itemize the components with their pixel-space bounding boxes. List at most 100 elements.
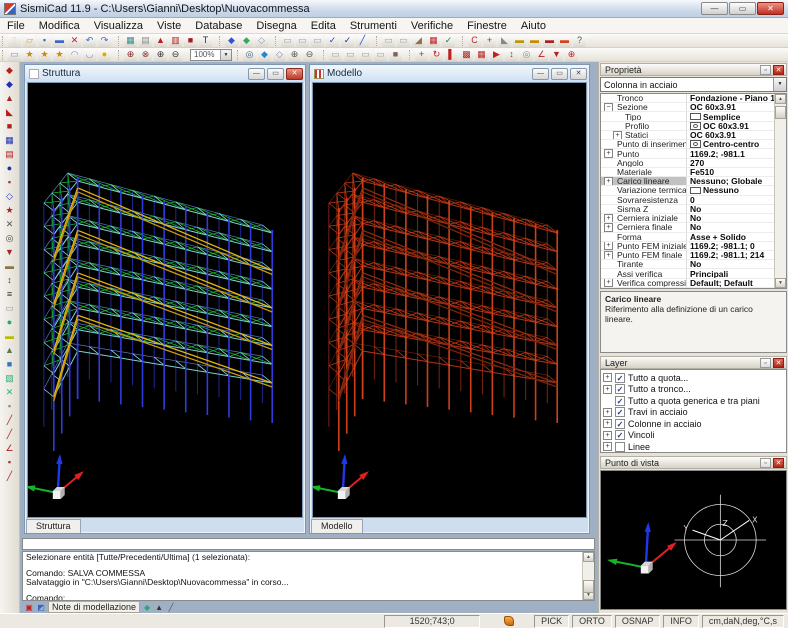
property-value[interactable]: 270 <box>687 159 774 167</box>
viewpoint-close-icon[interactable]: ✕ <box>773 458 784 468</box>
lock-icon[interactable]: ■ <box>389 49 402 61</box>
menu-disegna[interactable]: Disegna <box>249 19 303 33</box>
zoom-out-icon[interactable]: ⊖ <box>169 49 182 61</box>
viewpoint-canvas[interactable]: XYZ <box>600 470 787 610</box>
property-row[interactable]: −SezioneOC 60x3.91 <box>601 103 774 112</box>
property-row[interactable]: TiranteNo <box>601 260 774 269</box>
cad-tool-27-icon[interactable]: ╱ <box>3 428 17 441</box>
property-row[interactable]: Variazione termicaNessuno <box>601 186 774 195</box>
modello-viewport[interactable] <box>312 82 587 518</box>
target-tool-icon[interactable]: ⊕ <box>565 49 578 61</box>
view-3d-green-icon[interactable]: ◆ <box>240 35 253 47</box>
wrench-icon[interactable]: ◢ <box>412 35 425 47</box>
scroll-thumb[interactable] <box>583 580 594 593</box>
layer-checkbox[interactable]: ✓ <box>615 396 625 406</box>
layer-checkbox[interactable]: ✓ <box>615 430 625 440</box>
open-icon[interactable]: ▱ <box>23 35 36 47</box>
move-node-icon[interactable]: + <box>483 35 496 47</box>
notes-nav-icon[interactable]: ◩ <box>36 603 46 612</box>
viewpoint-pin-icon[interactable]: ▫ <box>760 458 771 468</box>
expand-icon[interactable]: + <box>604 279 613 287</box>
brush-icon[interactable] <box>504 616 514 626</box>
expand-icon[interactable]: + <box>613 131 622 139</box>
layer-close-icon[interactable]: ✕ <box>773 358 784 368</box>
redraw-icon[interactable]: ▭ <box>8 49 21 61</box>
command-history[interactable]: Selezionare entità [Tutte/Precedenti/Ult… <box>22 551 595 601</box>
window-2-icon[interactable]: ▭ <box>296 35 309 47</box>
modello-close-button[interactable]: ✕ <box>570 68 587 80</box>
cad-tool-19-icon[interactable]: ● <box>3 316 17 329</box>
user-icon[interactable]: ▲ <box>154 35 167 47</box>
view-3d-blue-icon[interactable]: ◆ <box>225 35 238 47</box>
cad-tool-2-icon[interactable]: ◆ <box>3 78 17 91</box>
property-value[interactable]: No <box>687 214 774 222</box>
zoom-level-combo[interactable]: 100%▼ <box>190 49 232 61</box>
cad-tool-29-icon[interactable]: ▪ <box>3 456 17 469</box>
shade-mode-icon[interactable]: ◆ <box>258 49 271 61</box>
struttura-restore-button[interactable]: ▭ <box>267 68 284 80</box>
pan-1-icon[interactable]: ◠ <box>68 49 81 61</box>
struttura-viewport[interactable] <box>27 82 303 518</box>
chart-icon[interactable]: ▥ <box>169 35 182 47</box>
circle-tool-icon[interactable]: ◎ <box>520 49 533 61</box>
pointer-icon[interactable]: ◣ <box>498 35 511 47</box>
cad-tool-10-icon[interactable]: ◇ <box>3 190 17 203</box>
property-row[interactable]: Angolo270 <box>601 159 774 168</box>
cad-tool-11-icon[interactable]: ★ <box>3 204 17 217</box>
property-value[interactable]: Nessuno <box>687 186 774 194</box>
tab-modello[interactable]: Modello <box>311 519 363 533</box>
scroll-down-icon[interactable]: ▼ <box>775 278 786 288</box>
property-value[interactable]: 1169.2; -981.1; 0 <box>687 242 774 250</box>
tool-e-icon[interactable]: ▭ <box>359 49 372 61</box>
tab-note-di-modellazione[interactable]: Note di modellazione <box>48 602 140 613</box>
cad-tool-17-icon[interactable]: ≡ <box>3 288 17 301</box>
cad-tool-23-icon[interactable]: ▧ <box>3 372 17 385</box>
cad-tool-22-icon[interactable]: ■ <box>3 358 17 371</box>
orbit-icon[interactable]: ◎ <box>243 49 256 61</box>
property-value[interactable]: OC 60x3.91 <box>687 131 774 139</box>
menu-visualizza[interactable]: Visualizza <box>87 19 150 33</box>
zoom-window-icon[interactable]: ⊕ <box>124 49 137 61</box>
levels-icon[interactable]: ↕ <box>505 49 518 61</box>
property-value[interactable]: Principali <box>687 269 774 277</box>
cad-tool-14-icon[interactable]: ▼ <box>3 246 17 259</box>
status-toggle-info[interactable]: INFO <box>663 615 699 628</box>
property-value[interactable]: 1169.2; -981.1 <box>687 149 774 157</box>
window-4-icon[interactable]: ▭ <box>374 49 387 61</box>
modello-minimize-button[interactable]: — <box>532 68 549 80</box>
cad-tool-4-icon[interactable]: ◣ <box>3 106 17 119</box>
save-all-icon[interactable]: ▬ <box>53 35 66 47</box>
overlap-tool-icon[interactable]: ▼ <box>550 49 563 61</box>
expand-icon[interactable]: + <box>603 419 612 428</box>
property-row[interactable]: +Cerniera finaleNo <box>601 223 774 232</box>
menu-verifiche[interactable]: Verifiche <box>404 19 460 33</box>
measure-2-icon[interactable]: ▬ <box>528 35 541 47</box>
properties-close-icon[interactable]: ✕ <box>773 65 784 75</box>
cad-tool-9-icon[interactable]: ▪ <box>3 176 17 189</box>
tool-b-icon[interactable]: ▭ <box>397 35 410 47</box>
save-icon[interactable]: ▪ <box>38 35 51 47</box>
notes-line-icon[interactable]: ╱ <box>166 603 176 612</box>
cad-tool-15-icon[interactable]: ▬ <box>3 260 17 273</box>
favorite-2-icon[interactable]: ★ <box>38 49 51 61</box>
cad-tool-28-icon[interactable]: ∠ <box>3 442 17 455</box>
draw-line-icon[interactable]: ╱ <box>356 35 369 47</box>
menu-viste[interactable]: Viste <box>150 19 188 33</box>
property-value[interactable]: 1169.2; -981.1; 214 <box>687 251 774 259</box>
collapse-icon[interactable]: − <box>604 103 613 111</box>
notes-warning-icon[interactable]: ▣ <box>24 603 34 612</box>
expand-icon[interactable]: + <box>604 214 613 222</box>
measure-3-icon[interactable]: ▬ <box>543 35 556 47</box>
mirror-icon[interactable]: ▌ <box>445 49 458 61</box>
menu-aiuto[interactable]: Aiuto <box>514 19 553 33</box>
close-button[interactable]: ✕ <box>757 2 784 15</box>
tab-struttura[interactable]: Struttura <box>26 519 81 533</box>
offset-icon[interactable]: ▶ <box>490 49 503 61</box>
struttura-minimize-button[interactable]: — <box>248 68 265 80</box>
light-icon[interactable]: ● <box>98 49 111 61</box>
command-input[interactable] <box>22 538 595 550</box>
property-row[interactable]: ProfiloOC 60x3.91 <box>601 122 774 131</box>
chevron-down-icon[interactable]: ▼ <box>220 50 231 60</box>
menu-modifica[interactable]: Modifica <box>32 19 87 33</box>
check-2-icon[interactable]: ✓ <box>341 35 354 47</box>
